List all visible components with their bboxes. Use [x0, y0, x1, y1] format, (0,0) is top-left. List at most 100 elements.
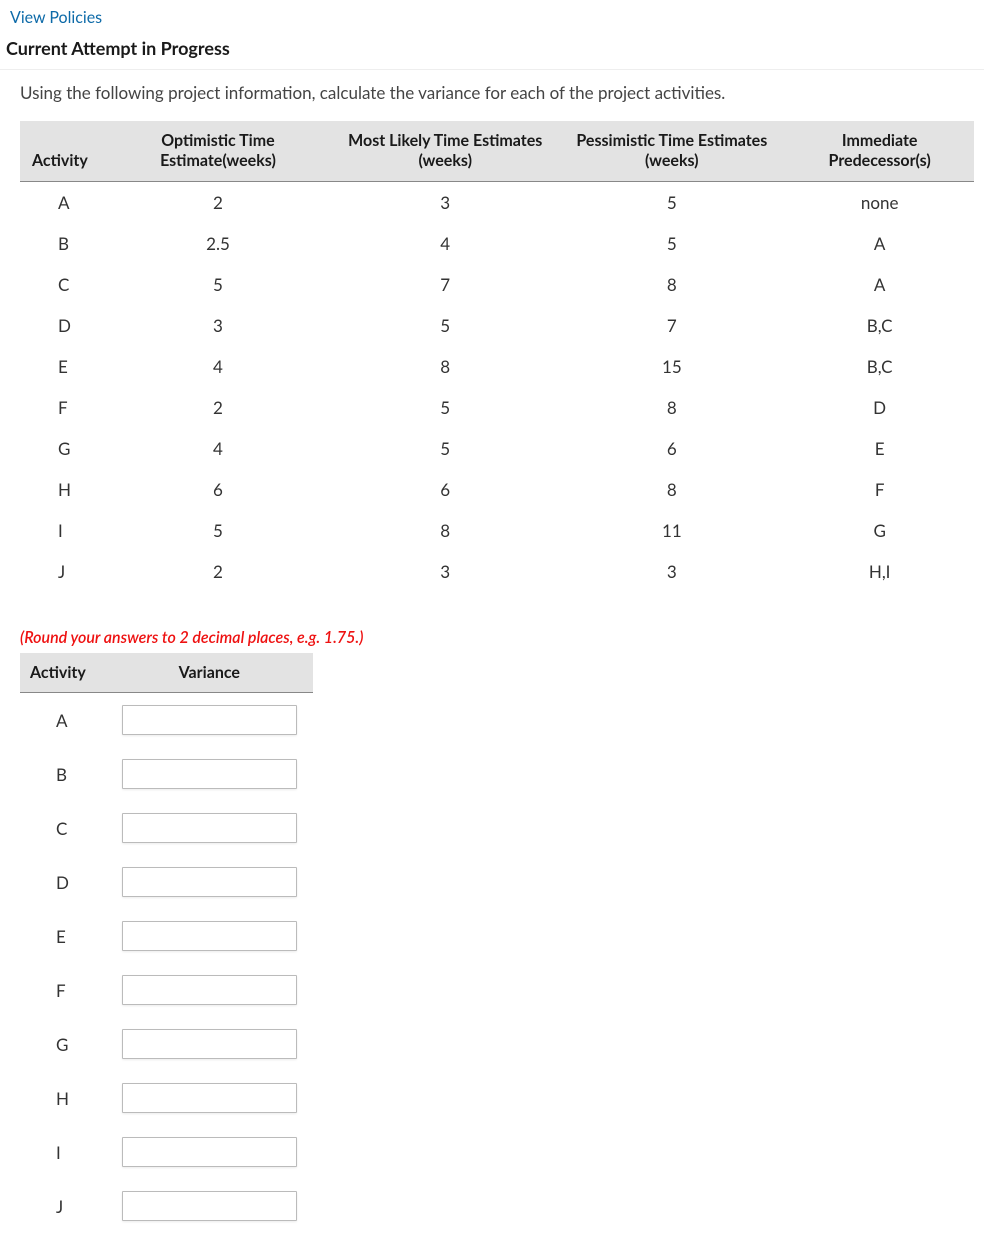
cell-predecessor: A [785, 223, 974, 264]
cell-optimistic: 2 [104, 551, 332, 592]
cell-optimistic: 2 [104, 387, 332, 428]
variance-answer-table: Activity Variance ABCDEFGHIJ [20, 653, 313, 1233]
answer-row: G [20, 1017, 313, 1071]
cell-most_likely: 4 [332, 223, 558, 264]
variance-input-b[interactable] [122, 759, 297, 789]
cell-pessimistic: 7 [558, 305, 785, 346]
variance-input-i[interactable] [122, 1137, 297, 1167]
cell-most_likely: 8 [332, 510, 558, 551]
col-most-likely: Most Likely Time Estimates (weeks) [332, 121, 558, 182]
ans-col-variance: Variance [106, 653, 313, 693]
cell-predecessor: G [785, 510, 974, 551]
table-row: I5811G [20, 510, 974, 551]
cell-activity: A [20, 182, 104, 224]
answer-row: F [20, 963, 313, 1017]
answer-cell [106, 1125, 313, 1179]
variance-input-e[interactable] [122, 921, 297, 951]
answer-row: E [20, 909, 313, 963]
table-row: C578A [20, 264, 974, 305]
variance-input-h[interactable] [122, 1083, 297, 1113]
variance-input-g[interactable] [122, 1029, 297, 1059]
table-row: A235none [20, 182, 974, 224]
cell-most_likely: 7 [332, 264, 558, 305]
cell-optimistic: 3 [104, 305, 332, 346]
table-row: J233H,I [20, 551, 974, 592]
cell-optimistic: 2.5 [104, 223, 332, 264]
answer-cell [106, 1071, 313, 1125]
table-row: G456E [20, 428, 974, 469]
table-row: H668F [20, 469, 974, 510]
table-row: E4815B,C [20, 346, 974, 387]
cell-optimistic: 2 [104, 182, 332, 224]
cell-pessimistic: 3 [558, 551, 785, 592]
col-activity: Activity [20, 121, 104, 182]
cell-activity: G [20, 428, 104, 469]
answer-activity-label: E [20, 909, 106, 963]
answer-cell [106, 801, 313, 855]
variance-input-j[interactable] [122, 1191, 297, 1221]
cell-optimistic: 4 [104, 428, 332, 469]
cell-predecessor: none [785, 182, 974, 224]
cell-pessimistic: 15 [558, 346, 785, 387]
variance-input-a[interactable] [122, 705, 297, 735]
cell-optimistic: 6 [104, 469, 332, 510]
cell-predecessor: B,C [785, 305, 974, 346]
cell-activity: J [20, 551, 104, 592]
answer-cell [106, 855, 313, 909]
cell-predecessor: A [785, 264, 974, 305]
cell-pessimistic: 5 [558, 182, 785, 224]
cell-predecessor: D [785, 387, 974, 428]
cell-optimistic: 4 [104, 346, 332, 387]
col-predecessor: Immediate Predecessor(s) [785, 121, 974, 182]
col-pessimistic: Pessimistic Time Estimates (weeks) [558, 121, 785, 182]
cell-optimistic: 5 [104, 510, 332, 551]
answer-activity-label: D [20, 855, 106, 909]
question-prompt: Using the following project information,… [20, 82, 974, 103]
variance-input-c[interactable] [122, 813, 297, 843]
answer-row: I [20, 1125, 313, 1179]
cell-pessimistic: 8 [558, 264, 785, 305]
cell-activity: I [20, 510, 104, 551]
answer-row: D [20, 855, 313, 909]
cell-most_likely: 5 [332, 305, 558, 346]
answer-cell [106, 693, 313, 748]
cell-optimistic: 5 [104, 264, 332, 305]
answer-row: B [20, 747, 313, 801]
cell-pessimistic: 11 [558, 510, 785, 551]
answer-cell [106, 963, 313, 1017]
cell-predecessor: F [785, 469, 974, 510]
cell-activity: B [20, 223, 104, 264]
view-policies-link[interactable]: View Policies [0, 0, 984, 31]
answer-row: J [20, 1179, 313, 1233]
answer-cell [106, 909, 313, 963]
answer-cell [106, 1017, 313, 1071]
cell-activity: F [20, 387, 104, 428]
answer-activity-label: H [20, 1071, 106, 1125]
table-row: D357B,C [20, 305, 974, 346]
answer-row: C [20, 801, 313, 855]
cell-activity: C [20, 264, 104, 305]
answer-activity-label: F [20, 963, 106, 1017]
cell-most_likely: 6 [332, 469, 558, 510]
answer-row: A [20, 693, 313, 748]
cell-most_likely: 8 [332, 346, 558, 387]
cell-activity: D [20, 305, 104, 346]
table-row: F258D [20, 387, 974, 428]
cell-most_likely: 3 [332, 551, 558, 592]
project-data-table: Activity Optimistic Time Estimate(weeks)… [20, 121, 974, 592]
cell-pessimistic: 6 [558, 428, 785, 469]
answer-activity-label: A [20, 693, 106, 748]
variance-input-d[interactable] [122, 867, 297, 897]
answer-activity-label: B [20, 747, 106, 801]
cell-predecessor: H,I [785, 551, 974, 592]
table-row: B2.545A [20, 223, 974, 264]
answer-cell [106, 1179, 313, 1233]
rounding-note: (Round your answers to 2 decimal places,… [20, 628, 974, 647]
cell-most_likely: 5 [332, 428, 558, 469]
answer-activity-label: C [20, 801, 106, 855]
answer-activity-label: G [20, 1017, 106, 1071]
cell-activity: E [20, 346, 104, 387]
variance-input-f[interactable] [122, 975, 297, 1005]
col-optimistic: Optimistic Time Estimate(weeks) [104, 121, 332, 182]
answer-activity-label: J [20, 1179, 106, 1233]
